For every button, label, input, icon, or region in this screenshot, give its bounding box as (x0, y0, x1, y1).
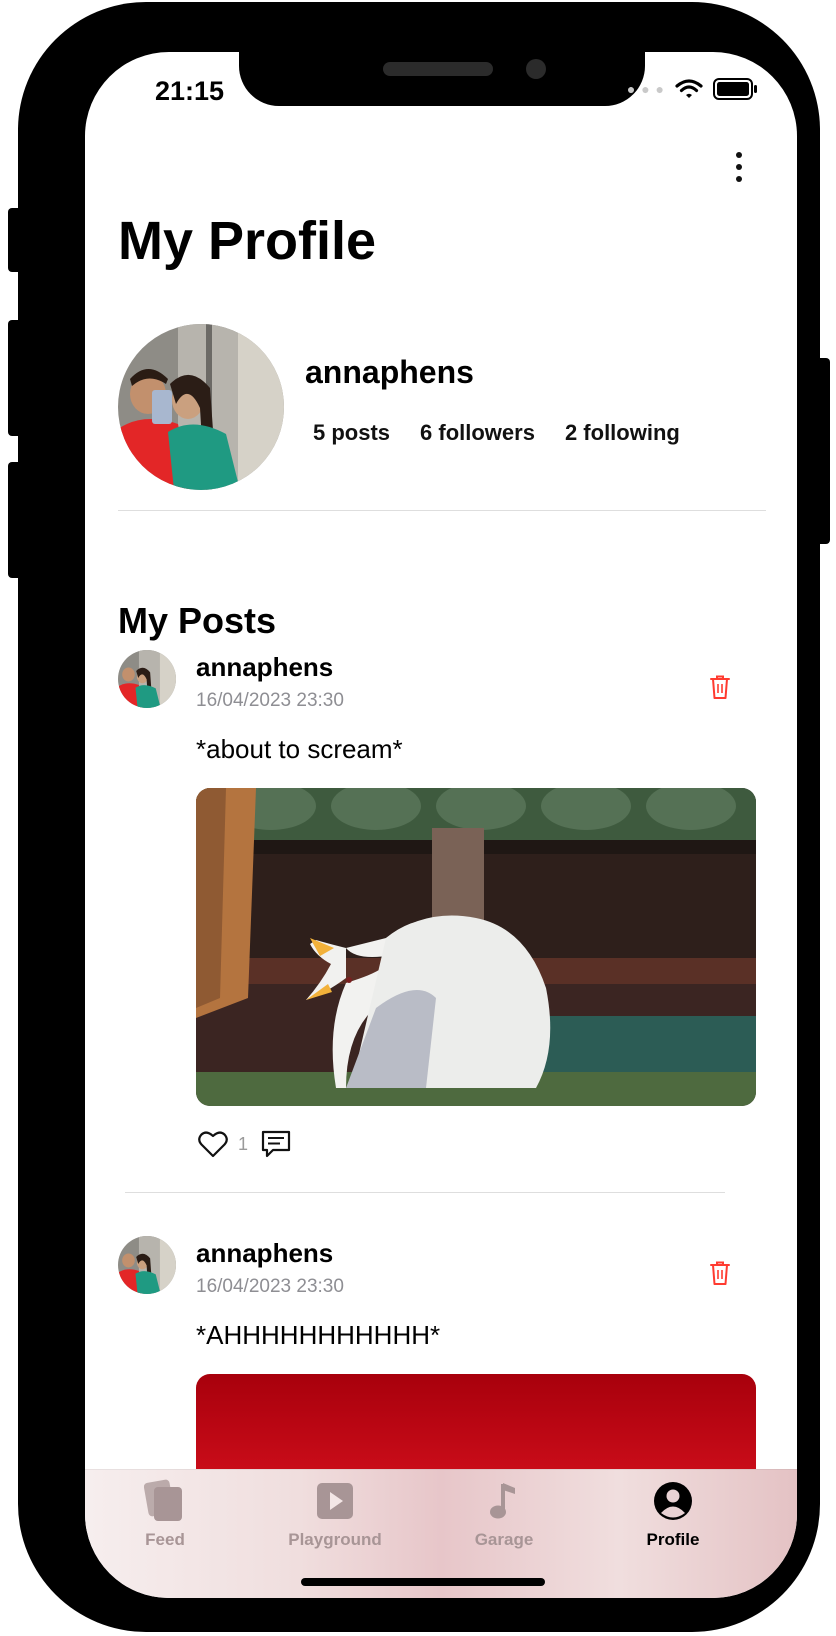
speaker-grille (383, 62, 493, 76)
volume-down-button (8, 462, 22, 578)
more-options-icon[interactable] (729, 147, 749, 187)
followers-count[interactable]: 6 followers (420, 420, 535, 446)
post-caption: *about to scream* (196, 734, 403, 764)
trash-icon[interactable] (709, 1260, 731, 1286)
post-timestamp: 16/04/2023 23:30 (196, 1276, 344, 1297)
comment-icon[interactable] (260, 1128, 292, 1160)
tab-garage[interactable]: Garage (429, 1478, 579, 1550)
volume-up-button (8, 320, 22, 436)
post-timestamp: 16/04/2023 23:30 (196, 690, 344, 711)
profile-stats: 5 posts 6 followers 2 following (313, 420, 680, 446)
post-avatar[interactable] (118, 1236, 176, 1294)
page-title: My Profile (118, 211, 377, 271)
battery-icon (713, 78, 757, 100)
cellular-dots-icon: ● ● ● (626, 81, 665, 97)
status-icons: ● ● ● (627, 78, 759, 100)
following-count[interactable]: 2 following (565, 420, 680, 446)
heart-icon[interactable] (198, 1130, 228, 1158)
like-count: 1 (238, 1133, 249, 1154)
device-frame: 21:15 ● ● ● My Profile annaphens 5 posts… (8, 2, 830, 1632)
tab-feed[interactable]: Feed (90, 1478, 240, 1550)
power-button (816, 358, 830, 544)
home-indicator[interactable] (301, 1578, 545, 1586)
notch (239, 52, 645, 106)
post-caption: *AHHHHHHHHHHH* (196, 1320, 441, 1350)
profile-divider (118, 510, 766, 511)
silent-switch (8, 208, 22, 272)
trash-icon[interactable] (709, 674, 731, 700)
post-username: annaphens (196, 1238, 334, 1268)
post-username: annaphens (196, 652, 334, 682)
tab-bar: Feed Playground Garage Profile (85, 1469, 797, 1598)
app-screen: 21:15 ● ● ● My Profile annaphens 5 posts… (85, 52, 797, 1598)
person-circle-icon (650, 1478, 696, 1524)
post-divider (125, 1192, 725, 1193)
feed-icon (142, 1478, 188, 1524)
wifi-icon (675, 79, 703, 98)
post-image[interactable] (196, 788, 756, 1106)
front-camera (526, 59, 546, 79)
status-time: 21:15 (155, 76, 225, 106)
music-note-icon (481, 1478, 527, 1524)
post-avatar[interactable] (118, 650, 176, 708)
posts-count[interactable]: 5 posts (313, 420, 390, 446)
post-actions: 1 (198, 1128, 292, 1160)
tab-profile[interactable]: Profile (598, 1478, 748, 1550)
profile-avatar[interactable] (118, 324, 284, 490)
profile-username: annaphens (305, 354, 474, 390)
tab-playground[interactable]: Playground (260, 1478, 410, 1550)
play-icon (312, 1478, 358, 1524)
section-title: My Posts (118, 600, 277, 641)
